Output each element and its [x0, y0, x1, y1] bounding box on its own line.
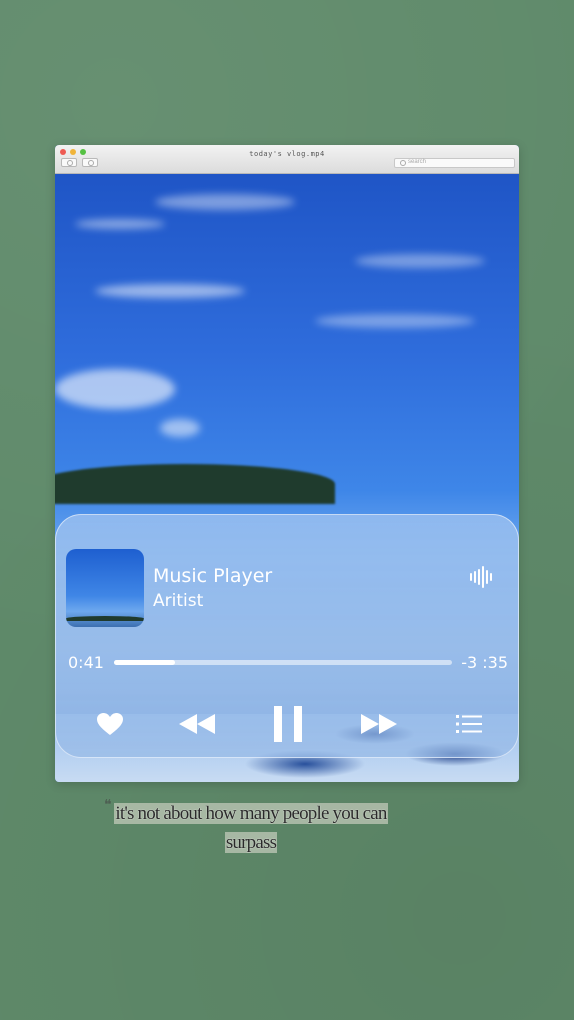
- next-button[interactable]: [359, 711, 399, 737]
- cloud: [95, 284, 245, 298]
- list-icon: [456, 715, 482, 733]
- progress-fill: [114, 660, 175, 665]
- time-remaining: -3 :35: [461, 653, 508, 672]
- search-placeholder: search: [408, 159, 427, 165]
- search-icon: [400, 160, 406, 166]
- album-art[interactable]: [66, 549, 144, 627]
- progress-bar[interactable]: [114, 660, 452, 665]
- pause-button[interactable]: [270, 704, 306, 744]
- cloud: [315, 314, 475, 328]
- forward-button[interactable]: [82, 158, 98, 167]
- cloud: [355, 254, 485, 268]
- pause-icon: [274, 706, 302, 742]
- waveform-icon[interactable]: [469, 566, 495, 588]
- rewind-icon: [179, 714, 215, 734]
- previous-button[interactable]: [177, 711, 217, 737]
- music-player: Music Player Aritist 0:41 -3 :35: [55, 514, 519, 758]
- caption-line-2: surpass: [224, 832, 278, 853]
- window-title: today's vlog.mp4: [249, 150, 325, 158]
- time-elapsed: 0:41: [68, 653, 104, 672]
- fast-forward-icon: [361, 714, 397, 734]
- heart-icon: [97, 713, 123, 735]
- caption-line-1: it's not about how many people you can: [114, 803, 388, 824]
- back-button[interactable]: [61, 158, 77, 167]
- queue-button[interactable]: [454, 711, 484, 737]
- artist-name: Aritist: [153, 591, 204, 611]
- window-titlebar: today's vlog.mp4 search: [55, 145, 519, 174]
- cloud: [75, 219, 165, 229]
- cloud: [155, 194, 295, 210]
- video-window: today's vlog.mp4 search Music Player Ari…: [55, 145, 519, 782]
- like-button[interactable]: [94, 709, 126, 739]
- video-frame[interactable]: Music Player Aritist 0:41 -3 :35: [55, 174, 519, 782]
- cloud: [160, 419, 200, 437]
- cloud: [55, 369, 175, 409]
- song-title: Music Player: [153, 565, 273, 587]
- hill: [55, 464, 335, 504]
- search-input[interactable]: search: [394, 158, 515, 168]
